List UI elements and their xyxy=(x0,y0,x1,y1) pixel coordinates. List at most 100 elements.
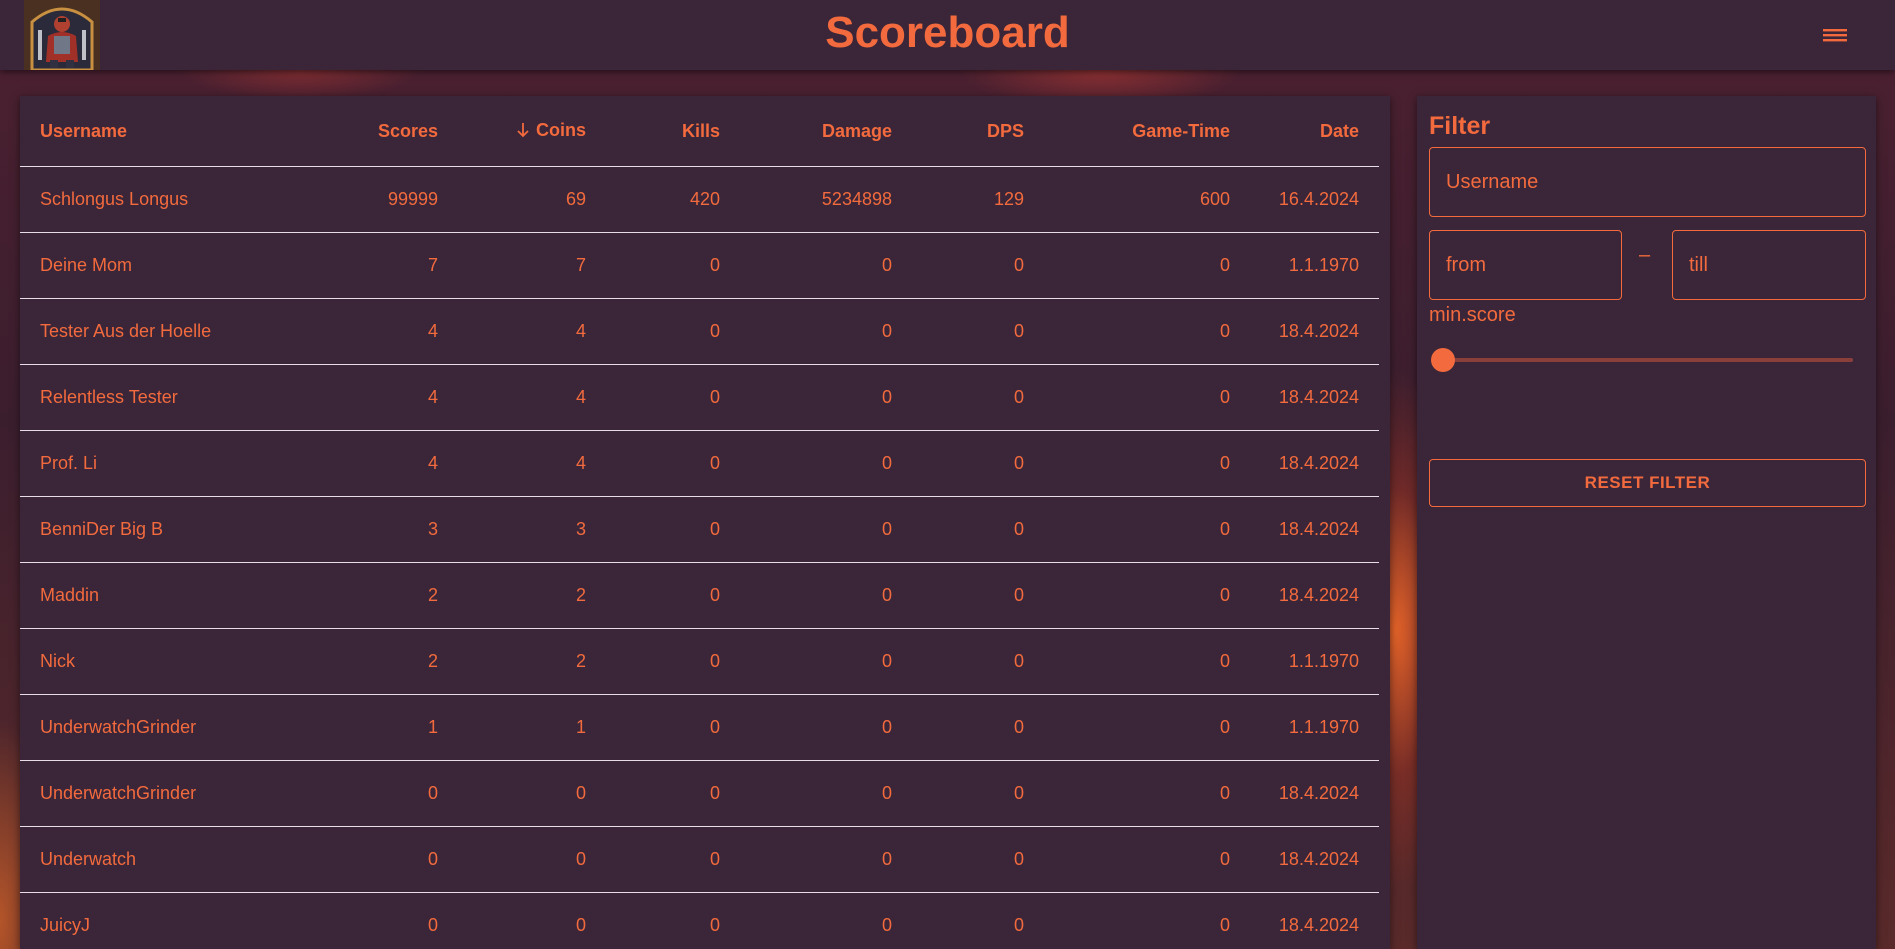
cell-scores: 0 xyxy=(296,892,458,949)
cell-date: 18.4.2024 xyxy=(1250,892,1379,949)
table-row[interactable]: Tester Aus der Hoelle 4 4 0 0 0 0 18.4.2024 xyxy=(20,298,1379,365)
column-header-kills[interactable]: Kills xyxy=(606,96,740,167)
cell-kills: 420 xyxy=(606,166,740,233)
min-score-label: min.score xyxy=(1429,304,1516,326)
table-row[interactable]: Nick 2 2 0 0 0 0 1.1.1970 xyxy=(20,628,1379,695)
table-row[interactable]: Deine Mom 7 7 0 0 0 0 1.1.1970 xyxy=(20,232,1379,299)
date-from-input[interactable] xyxy=(1429,230,1622,300)
cell-dps: 0 xyxy=(912,298,1044,365)
arrow-down-icon xyxy=(516,122,530,143)
table-body: Schlongus Longus 99999 69 420 5234898 129 600 1… xyxy=(20,166,1379,949)
cell-username: Schlongus Longus xyxy=(20,166,296,233)
cell-game-time: 0 xyxy=(1044,826,1250,893)
cell-scores: 2 xyxy=(296,628,458,695)
cell-date: 18.4.2024 xyxy=(1250,760,1379,827)
cell-damage: 0 xyxy=(740,298,912,365)
min-score-slider-track[interactable] xyxy=(1441,358,1853,362)
cell-dps: 0 xyxy=(912,628,1044,695)
cell-dps: 0 xyxy=(912,826,1044,893)
cell-username: Prof. Li xyxy=(20,430,296,497)
hamburger-menu-icon xyxy=(1823,29,1847,42)
table-row[interactable]: UnderwatchGrinder 1 1 0 0 0 0 1.1.1970 xyxy=(20,694,1379,761)
cell-dps: 0 xyxy=(912,562,1044,629)
cell-coins: 4 xyxy=(458,298,606,365)
cell-kills: 0 xyxy=(606,826,740,893)
cell-scores: 99999 xyxy=(296,166,458,233)
cell-damage: 0 xyxy=(740,496,912,563)
cell-damage: 0 xyxy=(740,562,912,629)
cell-date: 16.4.2024 xyxy=(1250,166,1379,233)
cell-coins: 4 xyxy=(458,364,606,431)
cell-dps: 0 xyxy=(912,496,1044,563)
cell-damage: 0 xyxy=(740,364,912,431)
cell-kills: 0 xyxy=(606,364,740,431)
cell-coins: 1 xyxy=(458,694,606,761)
column-header-username[interactable]: Username xyxy=(20,96,296,167)
cell-damage: 0 xyxy=(740,760,912,827)
cell-damage: 0 xyxy=(740,430,912,497)
cell-scores: 2 xyxy=(296,562,458,629)
cell-kills: 0 xyxy=(606,298,740,365)
cell-date: 1.1.1970 xyxy=(1250,232,1379,299)
cell-scores: 3 xyxy=(296,496,458,563)
cell-kills: 0 xyxy=(606,628,740,695)
cell-scores: 0 xyxy=(296,826,458,893)
cell-kills: 0 xyxy=(606,562,740,629)
cell-damage: 0 xyxy=(740,628,912,695)
cell-dps: 0 xyxy=(912,430,1044,497)
column-header-scores[interactable]: Scores xyxy=(296,96,458,167)
table-row[interactable]: Relentless Tester 4 4 0 0 0 0 18.4.2024 xyxy=(20,364,1379,431)
cell-date: 18.4.2024 xyxy=(1250,826,1379,893)
cell-date: 18.4.2024 xyxy=(1250,298,1379,365)
cell-coins: 0 xyxy=(458,826,606,893)
cell-game-time: 0 xyxy=(1044,430,1250,497)
cell-dps: 0 xyxy=(912,760,1044,827)
cell-damage: 0 xyxy=(740,826,912,893)
cell-username: UnderwatchGrinder xyxy=(20,760,296,827)
column-header-dps[interactable]: DPS xyxy=(912,96,1044,167)
hamburger-menu-button[interactable] xyxy=(1818,18,1852,52)
cell-dps: 0 xyxy=(912,892,1044,949)
table-row[interactable]: Schlongus Longus 99999 69 420 5234898 129 600 1… xyxy=(20,166,1379,233)
cell-coins: 0 xyxy=(458,892,606,949)
cell-game-time: 0 xyxy=(1044,760,1250,827)
cell-game-time: 0 xyxy=(1044,892,1250,949)
cell-coins: 3 xyxy=(458,496,606,563)
min-score-slider-thumb[interactable] xyxy=(1431,348,1455,372)
date-till-input[interactable] xyxy=(1672,230,1866,300)
cell-username: Tester Aus der Hoelle xyxy=(20,298,296,365)
cell-game-time: 0 xyxy=(1044,298,1250,365)
cell-coins: 0 xyxy=(458,760,606,827)
cell-coins: 2 xyxy=(458,628,606,695)
cell-kills: 0 xyxy=(606,892,740,949)
cell-game-time: 0 xyxy=(1044,232,1250,299)
column-header-coins[interactable]: Coins xyxy=(458,96,606,167)
cell-scores: 4 xyxy=(296,430,458,497)
cell-username: BenniDer Big B xyxy=(20,496,296,563)
cell-date: 18.4.2024 xyxy=(1250,430,1379,497)
cell-kills: 0 xyxy=(606,694,740,761)
cell-username: Deine Mom xyxy=(20,232,296,299)
cell-damage: 0 xyxy=(740,232,912,299)
reset-filter-button[interactable]: RESET FILTER xyxy=(1429,459,1866,507)
column-header-game-time[interactable]: Game-Time xyxy=(1044,96,1250,167)
cell-damage: 5234898 xyxy=(740,166,912,233)
table-row[interactable]: Maddin 2 2 0 0 0 0 18.4.2024 xyxy=(20,562,1379,629)
column-header-coins-label: Coins xyxy=(535,119,586,140)
table-row[interactable]: JuicyJ 0 0 0 0 0 0 18.4.2024 xyxy=(20,892,1379,949)
cell-coins: 7 xyxy=(458,232,606,299)
table-row[interactable]: UnderwatchGrinder 0 0 0 0 0 0 18.4.2024 xyxy=(20,760,1379,827)
cell-kills: 0 xyxy=(606,232,740,299)
table-row[interactable]: Prof. Li 4 4 0 0 0 0 18.4.2024 xyxy=(20,430,1379,497)
cell-username: Nick xyxy=(20,628,296,695)
table-row[interactable]: BenniDer Big B 3 3 0 0 0 0 18.4.2024 xyxy=(20,496,1379,563)
filter-title: Filter xyxy=(1429,112,1491,140)
cell-date: 18.4.2024 xyxy=(1250,496,1379,563)
column-header-date[interactable]: Date xyxy=(1250,96,1379,167)
cell-coins: 69 xyxy=(458,166,606,233)
username-filter-input[interactable] xyxy=(1429,147,1866,217)
cell-scores: 4 xyxy=(296,364,458,431)
cell-scores: 0 xyxy=(296,760,458,827)
column-header-damage[interactable]: Damage xyxy=(740,96,912,167)
table-row[interactable]: Underwatch 0 0 0 0 0 0 18.4.2024 xyxy=(20,826,1379,893)
